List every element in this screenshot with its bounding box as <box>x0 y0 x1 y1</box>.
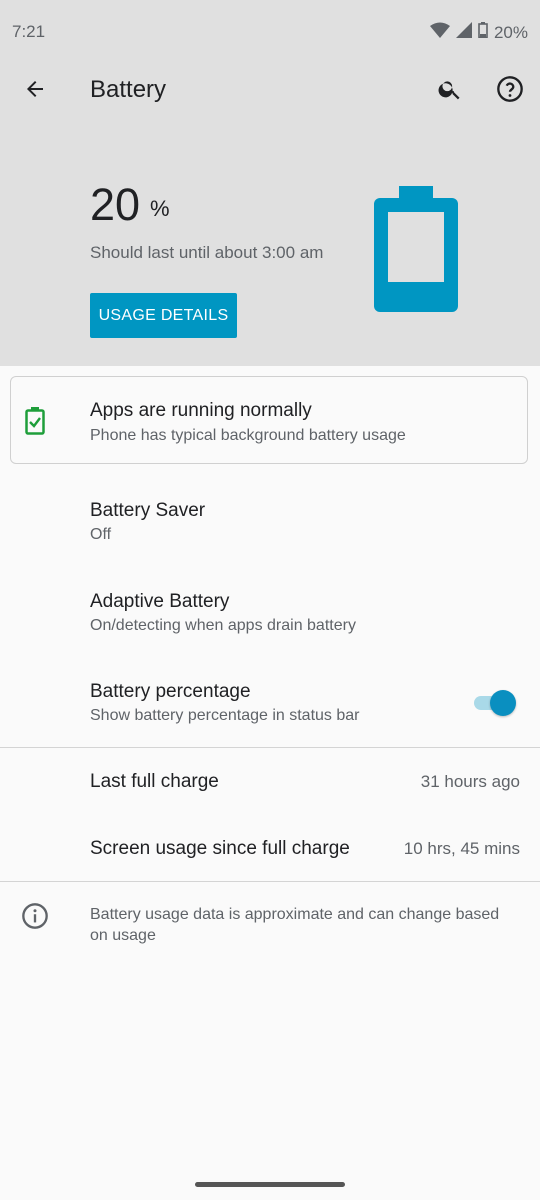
battery-percentage-subtitle: Show battery percentage in status bar <box>90 707 360 724</box>
battery-saver-subtitle: Off <box>90 526 112 543</box>
status-bar: 7:21 20% <box>0 0 540 64</box>
usage-details-button[interactable]: USAGE DETAILS <box>90 293 237 338</box>
search-icon <box>437 76 463 107</box>
screen-usage-label: Screen usage since full charge <box>90 838 350 859</box>
adaptive-battery-title: Adaptive Battery <box>90 591 230 612</box>
battery-saver-title: Battery Saver <box>90 500 206 521</box>
page-title: Battery <box>90 76 167 103</box>
battery-level-icon <box>374 186 460 319</box>
search-button[interactable] <box>430 71 470 111</box>
battery-check-icon <box>25 407 45 440</box>
wifi-icon <box>429 22 450 43</box>
apps-status-card[interactable]: Apps are running normally Phone has typi… <box>10 376 528 464</box>
apps-status-title: Apps are running normally <box>90 400 312 421</box>
status-icons: 20% <box>429 22 528 43</box>
battery-percent-symbol: % <box>150 196 170 221</box>
adaptive-battery-subtitle: On/detecting when apps drain battery <box>90 617 356 634</box>
status-time: 7:21 <box>12 22 46 41</box>
info-icon <box>21 902 49 935</box>
arrow-back-icon <box>23 77 47 106</box>
battery-estimate: Should last until about 3:00 am <box>90 243 324 262</box>
gesture-nav-bar[interactable] <box>195 1182 345 1187</box>
apps-status-subtitle: Phone has typical background battery usa… <box>90 427 406 444</box>
cell-signal-icon <box>455 22 472 43</box>
status-battery-percent: 20% <box>493 22 528 42</box>
last-full-charge-value: 31 hours ago <box>420 772 520 791</box>
help-icon <box>496 75 524 108</box>
battery-percentage-toggle[interactable] <box>474 689 516 717</box>
last-full-charge-label: Last full charge <box>90 771 219 792</box>
battery-percentage-title: Battery percentage <box>90 681 251 702</box>
battery-header: Battery 20 % Should last until about 3:0… <box>0 64 540 366</box>
usage-disclaimer: Battery usage data is approximate and ca… <box>90 906 500 944</box>
divider <box>0 881 540 882</box>
screen-usage-value: 10 hrs, 45 mins <box>403 839 520 858</box>
help-button[interactable] <box>490 71 530 111</box>
back-button[interactable] <box>15 71 55 111</box>
battery-status-icon <box>478 22 488 43</box>
battery-percent-value: 20 <box>90 179 141 230</box>
divider <box>0 747 540 748</box>
toggle-thumb <box>490 690 516 716</box>
